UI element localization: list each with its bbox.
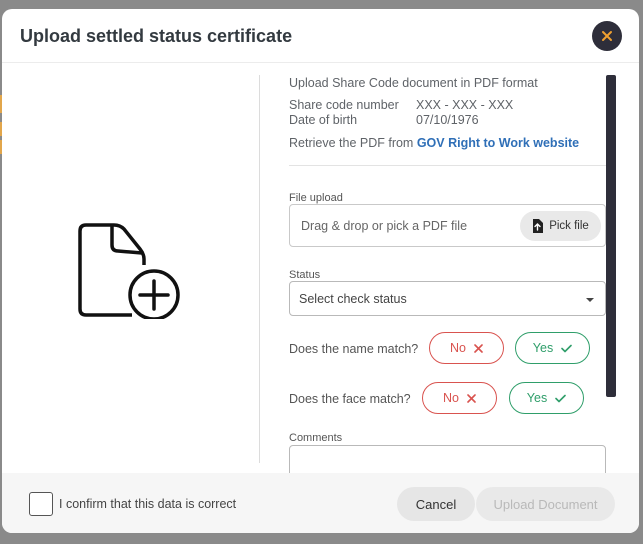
face-match-yes-label: Yes xyxy=(526,391,548,405)
name-match-no-button[interactable]: No xyxy=(429,332,504,364)
face-match-no-button[interactable]: No xyxy=(422,382,497,414)
upload-instruction: Upload Share Code document in PDF format xyxy=(289,76,538,90)
name-match-question: Does the name match? xyxy=(289,342,419,356)
file-upload-icon xyxy=(533,219,544,233)
form-panel: Upload Share Code document in PDF format… xyxy=(289,69,609,473)
close-icon xyxy=(602,31,612,41)
share-code-value: XXX - XXX - XXX xyxy=(416,98,514,112)
cancel-button[interactable]: Cancel xyxy=(397,487,475,521)
modal-title: Upload settled status certificate xyxy=(20,26,293,46)
modal-footer: I confirm that this data is correct Canc… xyxy=(2,473,639,533)
retrieve-row: Retrieve the PDF from GOV Right to Work … xyxy=(289,136,579,150)
file-add-icon xyxy=(78,223,180,319)
share-code-label: Share code number xyxy=(289,98,399,112)
date-of-birth-label: Date of birth xyxy=(289,113,358,127)
x-icon xyxy=(467,393,476,403)
face-match-no-label: No xyxy=(443,391,459,405)
share-code-row: Share code number XXX - XXX - XXX xyxy=(289,98,513,112)
status-label: Status xyxy=(289,269,321,281)
face-match-yes-button[interactable]: Yes xyxy=(509,382,584,414)
status-select-value: Select check status xyxy=(299,292,407,306)
pick-file-button[interactable]: Pick file xyxy=(520,211,601,241)
modal-header: Upload settled status certificate xyxy=(2,9,639,63)
status-select[interactable]: Select check status xyxy=(289,281,606,316)
x-icon xyxy=(474,343,483,353)
name-match-yes-label: Yes xyxy=(532,341,554,355)
confirm-checkbox[interactable] xyxy=(29,492,53,516)
face-match-question: Does the face match? xyxy=(289,392,411,406)
name-match-yes-button[interactable]: Yes xyxy=(515,332,590,364)
section-divider xyxy=(289,165,607,166)
upload-certificate-modal: Upload settled status certificate Upload… xyxy=(2,9,639,533)
file-dropzone-placeholder: Drag & drop or pick a PDF file xyxy=(301,219,468,233)
comments-label: Comments xyxy=(289,432,343,444)
confirm-label: I confirm that this data is correct xyxy=(59,497,237,511)
comments-textarea[interactable] xyxy=(289,445,606,473)
file-upload-label: File upload xyxy=(289,192,343,204)
form-scrollbar[interactable] xyxy=(606,75,616,397)
upload-document-button[interactable]: Upload Document xyxy=(476,487,615,521)
date-of-birth-value: 07/10/1976 xyxy=(416,113,479,127)
chevron-down-icon xyxy=(586,298,594,302)
close-button[interactable] xyxy=(592,21,622,51)
pick-file-label: Pick file xyxy=(549,220,589,232)
name-match-no-label: No xyxy=(450,341,466,355)
vertical-divider xyxy=(259,75,260,463)
check-icon xyxy=(561,344,573,352)
check-icon xyxy=(555,394,567,402)
file-dropzone[interactable]: Drag & drop or pick a PDF file Pick file xyxy=(289,204,606,247)
gov-right-to-work-link[interactable]: GOV Right to Work website xyxy=(417,136,579,150)
retrieve-text: Retrieve the PDF from xyxy=(289,136,414,150)
date-of-birth-row: Date of birth 07/10/1976 xyxy=(289,113,479,127)
